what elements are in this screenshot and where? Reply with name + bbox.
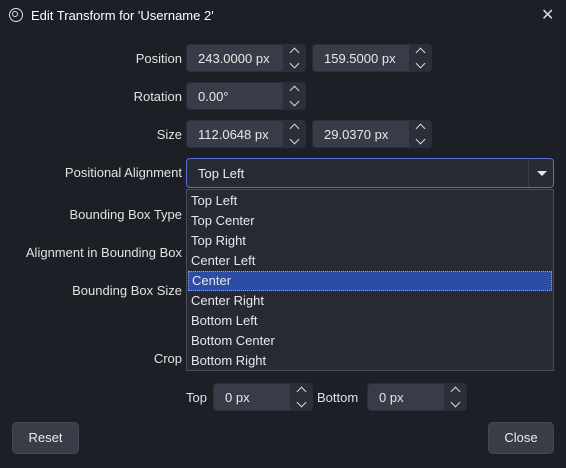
size-width-spinbox[interactable]: 112.0648 px xyxy=(186,120,306,148)
chevron-up-icon[interactable] xyxy=(409,45,431,58)
chevron-down-icon[interactable] xyxy=(444,397,466,410)
option-top-center[interactable]: Top Center xyxy=(188,211,552,231)
chevron-down-icon[interactable] xyxy=(290,397,312,410)
bounding-box-type-label: Bounding Box Type xyxy=(69,207,182,222)
rotation-label: Rotation xyxy=(133,89,182,104)
chevron-up-icon[interactable] xyxy=(283,83,305,96)
position-x-value: 243.0000 px xyxy=(198,51,270,66)
crop-top-spinbox[interactable]: 0 px xyxy=(213,383,313,411)
chevron-down-icon[interactable] xyxy=(283,58,305,71)
chevron-down-icon[interactable] xyxy=(283,134,305,147)
crop-label: Crop xyxy=(153,351,182,366)
option-center[interactable]: Center xyxy=(188,271,552,291)
option-center-left[interactable]: Center Left xyxy=(188,251,552,271)
dropdown-arrow-icon[interactable] xyxy=(528,159,553,187)
option-bottom-right[interactable]: Bottom Right xyxy=(188,351,552,371)
positional-alignment-combobox[interactable]: Top Left xyxy=(186,158,554,188)
option-top-right[interactable]: Top Right xyxy=(188,231,552,251)
crop-bottom-value: 0 px xyxy=(379,390,404,405)
bounding-box-size-label: Bounding Box Size xyxy=(72,283,182,298)
positional-alignment-value: Top Left xyxy=(198,166,245,181)
size-height-spinbox[interactable]: 29.0370 px xyxy=(312,120,432,148)
crop-bottom-label: Bottom xyxy=(317,390,359,405)
rotation-spinbox[interactable]: 0.00° xyxy=(186,82,306,110)
chevron-up-icon[interactable] xyxy=(283,45,305,58)
position-label: Position xyxy=(135,51,182,66)
chevron-up-icon[interactable] xyxy=(409,121,431,134)
size-width-value: 112.0648 px xyxy=(198,127,269,142)
chevron-down-icon[interactable] xyxy=(409,134,431,147)
option-center-right[interactable]: Center Right xyxy=(188,291,552,311)
chevron-down-icon[interactable] xyxy=(409,58,431,71)
position-y-spinbox[interactable]: 159.5000 px xyxy=(312,44,432,72)
reset-button[interactable]: Reset xyxy=(12,422,79,454)
alignment-in-bounding-box-label: Alignment in Bounding Box xyxy=(25,245,182,260)
crop-bottom-spinbox[interactable]: 0 px xyxy=(367,383,467,411)
positional-alignment-dropdown-list[interactable]: Top Left Top Center Top Right Center Lef… xyxy=(186,189,554,371)
rotation-value: 0.00° xyxy=(198,89,229,104)
positional-alignment-label: Positional Alignment xyxy=(64,165,182,180)
obs-logo-icon xyxy=(9,8,23,22)
chevron-up-icon[interactable] xyxy=(290,384,312,397)
position-y-value: 159.5000 px xyxy=(324,51,396,66)
chevron-up-icon[interactable] xyxy=(283,121,305,134)
option-bottom-left[interactable]: Bottom Left xyxy=(188,311,552,331)
size-height-value: 29.0370 px xyxy=(324,127,389,142)
size-label: Size xyxy=(156,127,182,142)
chevron-up-icon[interactable] xyxy=(444,384,466,397)
option-top-left[interactable]: Top Left xyxy=(188,191,552,211)
title-bar: Edit Transform for 'Username 2' ✕ xyxy=(0,0,566,32)
crop-top-value: 0 px xyxy=(225,390,250,405)
position-x-spinbox[interactable]: 243.0000 px xyxy=(186,44,306,72)
chevron-down-icon[interactable] xyxy=(283,96,305,109)
window-title: Edit Transform for 'Username 2' xyxy=(31,8,214,23)
option-bottom-center[interactable]: Bottom Center xyxy=(188,331,552,351)
close-icon[interactable]: ✕ xyxy=(541,5,554,25)
crop-top-label: Top xyxy=(186,390,207,405)
close-button[interactable]: Close xyxy=(488,422,554,454)
